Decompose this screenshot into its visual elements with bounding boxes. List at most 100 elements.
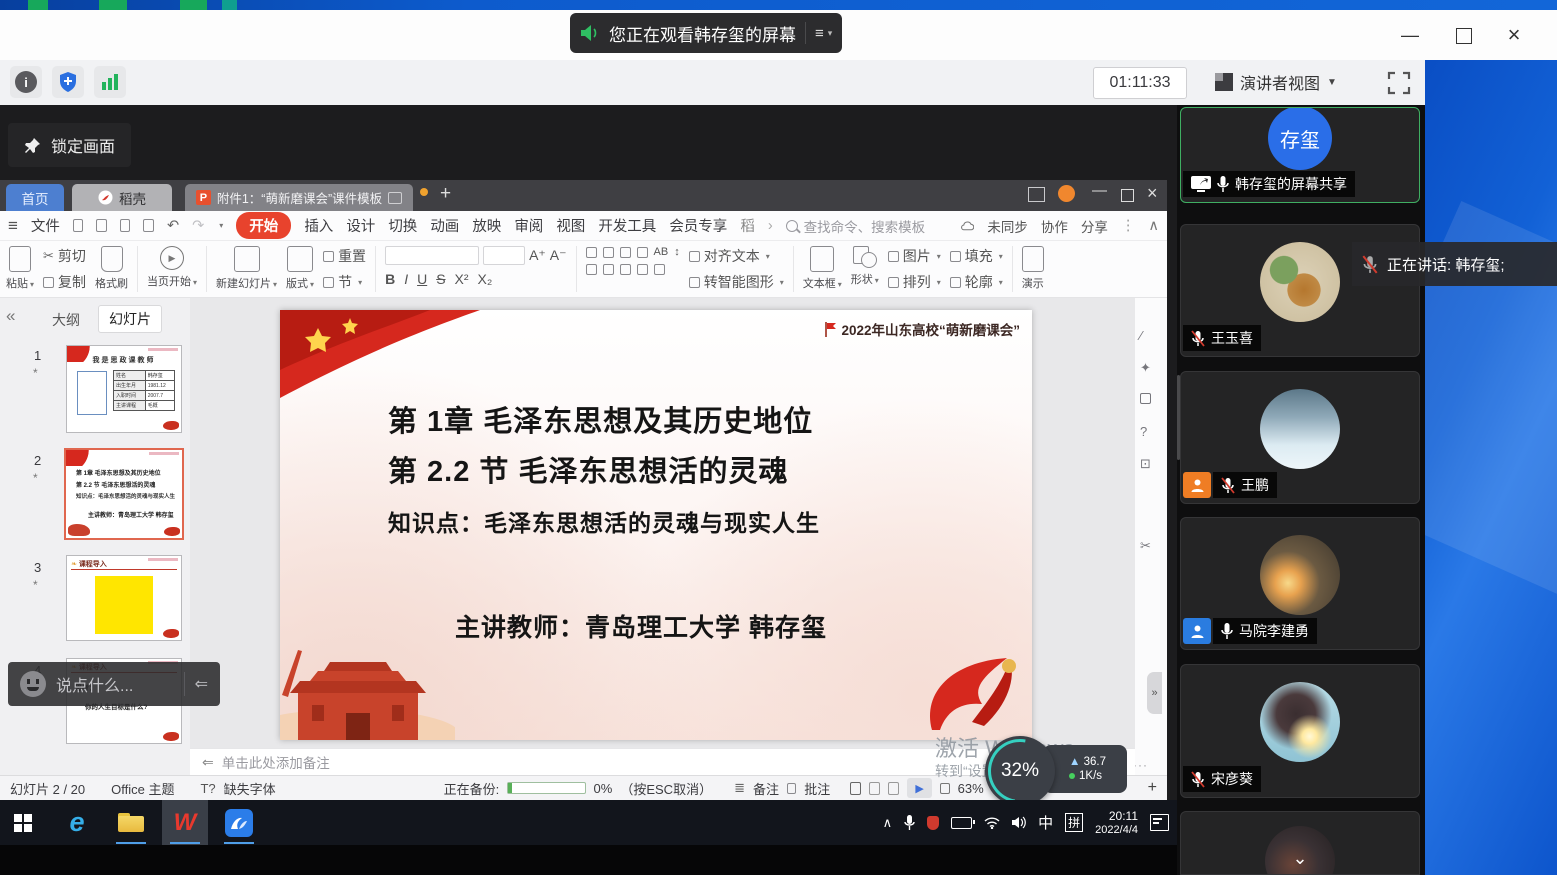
font-family-select[interactable] bbox=[385, 246, 479, 265]
font-size-select[interactable] bbox=[483, 246, 525, 265]
tile-participant-partial[interactable]: ⌄ bbox=[1180, 811, 1420, 875]
indent-decrease-icon[interactable] bbox=[620, 247, 631, 258]
menu-transition[interactable]: 切换 bbox=[388, 215, 417, 236]
tile-participant[interactable]: 马院李建勇 bbox=[1180, 517, 1420, 650]
tile-screen-share[interactable]: 存玺 韩存玺的屏幕共享 bbox=[1180, 107, 1420, 203]
watching-banner[interactable]: 您正在观看韩存玺的屏幕 ≡ ▾ bbox=[570, 13, 842, 53]
wps-minimize-button[interactable]: — bbox=[1092, 182, 1107, 199]
help-tool-icon[interactable]: ? bbox=[1140, 424, 1147, 439]
menu-view[interactable]: 视图 bbox=[556, 215, 585, 236]
superscript-button[interactable]: X² bbox=[455, 271, 469, 287]
menu-start[interactable]: 开始 bbox=[236, 212, 291, 239]
line-spacing-button[interactable]: ↕ bbox=[674, 246, 680, 258]
wps-account-icon[interactable] bbox=[1058, 185, 1075, 202]
wifi-icon[interactable] bbox=[984, 817, 1000, 829]
view-mode-selector[interactable]: 演讲者视图 ▼ bbox=[1205, 67, 1347, 97]
hamburger-icon[interactable]: ≡ bbox=[8, 216, 18, 236]
fill-button[interactable]: 填充▾ bbox=[950, 246, 1003, 266]
bullet-list-icon[interactable] bbox=[586, 247, 597, 258]
bold-button[interactable]: B bbox=[385, 271, 395, 287]
number-list-icon[interactable] bbox=[603, 247, 614, 258]
crop-tool-icon[interactable]: ⊡ bbox=[1140, 456, 1151, 472]
slide-thumbnail-1[interactable]: 我是思政课教师 姓名韩存玺 出生年月1981.12 入职时间2007.7 主讲课… bbox=[66, 345, 182, 433]
ime-pinyin[interactable]: 拼 bbox=[1065, 813, 1083, 832]
format-painter-button[interactable]: 格式刷 bbox=[95, 246, 128, 291]
zoom-level[interactable]: 63% bbox=[958, 781, 984, 796]
normal-view-icon[interactable] bbox=[850, 782, 861, 795]
collapse-panel-icon[interactable]: « bbox=[6, 306, 15, 326]
align-center-icon[interactable] bbox=[603, 264, 614, 275]
undo-icon[interactable]: ↶ bbox=[167, 218, 179, 234]
menu-member[interactable]: 会员专享 bbox=[669, 215, 727, 236]
align-right-icon[interactable] bbox=[620, 264, 631, 275]
fullscreen-icon[interactable] bbox=[1387, 71, 1411, 95]
ie-taskbar-button[interactable]: e bbox=[54, 800, 100, 845]
zoom-in-button[interactable]: + bbox=[1148, 779, 1157, 797]
pages-tool-icon[interactable] bbox=[1140, 392, 1151, 407]
copy-button[interactable]: 复制 bbox=[43, 272, 86, 292]
share-button[interactable]: 分享 bbox=[1081, 216, 1108, 236]
network-monitor-pill[interactable]: ▲ 36.7 1K/s bbox=[1043, 745, 1127, 793]
start-button[interactable] bbox=[0, 800, 46, 845]
align-left-icon[interactable] bbox=[586, 264, 597, 275]
cut-button[interactable]: ✂剪切 bbox=[43, 246, 86, 266]
ime-mode[interactable]: 中 bbox=[1038, 812, 1053, 833]
menu-insert[interactable]: 插入 bbox=[304, 215, 333, 236]
menu-docer-partial[interactable]: 稻 bbox=[740, 215, 755, 236]
redo-icon[interactable]: ↷ bbox=[192, 218, 204, 234]
menu-devtools[interactable]: 开发工具 bbox=[598, 215, 656, 236]
close-button[interactable]: × bbox=[1497, 20, 1531, 50]
slideshow-play-button[interactable]: ▶ bbox=[907, 778, 933, 798]
comments-toggle[interactable]: 批注 bbox=[804, 779, 830, 798]
text-direction-button[interactable]: AB bbox=[654, 246, 669, 258]
tray-app-icon[interactable] bbox=[927, 816, 939, 830]
explorer-taskbar-button[interactable] bbox=[108, 800, 154, 845]
wps-close-button[interactable]: × bbox=[1147, 183, 1158, 204]
sidebar-expand-handle[interactable]: » bbox=[1147, 672, 1162, 714]
lock-view-button[interactable]: 锁定画面 bbox=[8, 123, 131, 167]
scroll-down-chevron-icon[interactable]: ⌄ bbox=[1292, 848, 1307, 869]
reset-button[interactable]: 重置 bbox=[323, 246, 366, 266]
tab-docer[interactable]: 稻壳 bbox=[72, 184, 172, 211]
tab-outline[interactable]: 大纲 bbox=[52, 310, 80, 330]
font-enlarge-button[interactable]: A⁺ bbox=[529, 247, 546, 264]
picture-button[interactable]: 图片▾ bbox=[888, 246, 941, 266]
reading-view-icon[interactable] bbox=[888, 782, 899, 795]
tile-participant[interactable]: 王鹏 bbox=[1180, 371, 1420, 504]
banner-menu-icon[interactable]: ≡ bbox=[815, 25, 824, 42]
tile-participant[interactable]: 宋彦葵 bbox=[1180, 664, 1420, 798]
present-button[interactable]: 演示 bbox=[1022, 246, 1044, 291]
sorter-view-icon[interactable] bbox=[869, 782, 880, 795]
performance-ball[interactable]: 32% bbox=[985, 736, 1055, 806]
distribute-icon[interactable] bbox=[654, 264, 665, 275]
wps-restore-button[interactable] bbox=[1121, 189, 1134, 202]
menu-animation[interactable]: 动画 bbox=[430, 215, 459, 236]
battery-icon[interactable] bbox=[951, 817, 972, 829]
notification-center-icon[interactable] bbox=[1150, 814, 1169, 831]
magic-tool-icon[interactable]: ✦ bbox=[1140, 360, 1151, 376]
minimize-button[interactable]: — bbox=[1393, 20, 1427, 50]
align-text-button[interactable]: 对齐文本▾ bbox=[689, 246, 770, 266]
more-caret-icon[interactable]: ▾ bbox=[219, 221, 223, 230]
outline-button[interactable]: 轮廓▾ bbox=[950, 272, 1003, 292]
network-stats-button[interactable] bbox=[94, 66, 126, 98]
chat-collapse-icon[interactable]: ⇐ bbox=[195, 674, 208, 694]
measure-tool-icon[interactable]: ⁄ bbox=[1140, 328, 1142, 343]
shapes-button[interactable]: 形状▾ bbox=[851, 246, 879, 287]
theme-name[interactable]: Office 主题 bbox=[111, 779, 174, 798]
tab-home[interactable]: 首页 bbox=[6, 184, 64, 211]
justify-icon[interactable] bbox=[637, 264, 648, 275]
collab-button[interactable]: 协作 bbox=[1041, 216, 1068, 236]
tab-slides[interactable]: 幻灯片 bbox=[98, 305, 162, 333]
save-icon[interactable] bbox=[73, 219, 84, 232]
current-slide[interactable]: 2022年山东高校“萌新磨课会” 第 1章 毛泽东思想及其历史地位 第 2.2 … bbox=[280, 310, 1032, 740]
new-slide-button[interactable]: 新建幻灯片▾ bbox=[216, 246, 277, 291]
command-search-input[interactable]: 查找命令、搜索模板 bbox=[786, 216, 949, 236]
more-dots[interactable]: ··· bbox=[1133, 758, 1148, 772]
font-shrink-button[interactable]: A⁻ bbox=[550, 247, 567, 264]
menu-review[interactable]: 审阅 bbox=[514, 215, 543, 236]
tab-document[interactable]: P 附件1：“萌新磨课会”课件模板 bbox=[185, 184, 413, 211]
slide-thumbnail-2-selected[interactable]: 第 1章 毛泽东思想及其历史地位 第 2.2 节 毛泽东思想活的灵魂 知识点：毛… bbox=[64, 448, 184, 540]
missing-font-label[interactable]: 缺失字体 bbox=[224, 779, 276, 798]
menu-design[interactable]: 设计 bbox=[346, 215, 375, 236]
